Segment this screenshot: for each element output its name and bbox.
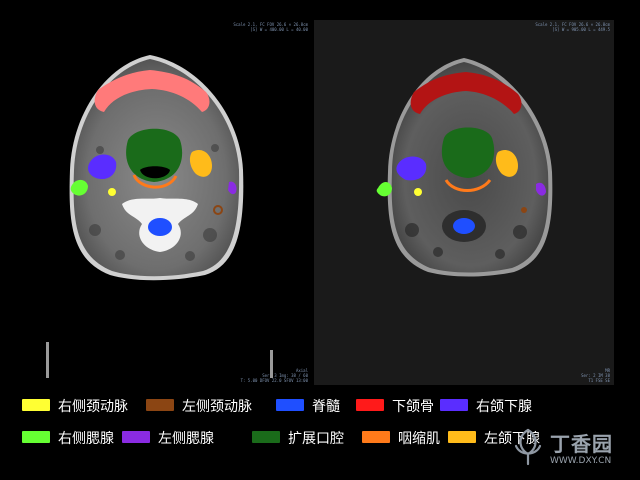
legend-label: 右颌下腺 — [476, 399, 532, 415]
scale-bar — [270, 350, 273, 378]
ct-scan-panel: Scale 2.1, FC FOV 26.6 × 26.8cm [S] W = … — [0, 20, 312, 385]
legend-label: 脊髓 — [312, 399, 340, 415]
scan-footer-info: MR Ser: 2 IM 38 T1 FSE SE — [581, 368, 610, 383]
right-carotid-contour — [108, 188, 116, 196]
legend-swatch — [22, 431, 50, 443]
scan-footer-info: Axial Ser: 3 Img: 38 / 60 T: 5.00 DFOV 2… — [240, 368, 308, 383]
legend-label: 右侧颈动脉 — [58, 399, 128, 415]
legend-label: 咽缩肌 — [398, 431, 440, 447]
legend-label: 扩展口腔 — [288, 431, 344, 447]
legend-label: 下颌骨 — [392, 399, 434, 415]
legend-swatch — [22, 399, 50, 411]
ct-scan-image — [69, 55, 244, 281]
scale-bar — [46, 342, 49, 378]
legend-swatch — [448, 431, 476, 443]
legend-swatch — [440, 399, 468, 411]
legend-swatch — [356, 399, 384, 411]
scan-header-info: Scale 2.1, FC FOV 26.6 × 26.8cm [S] W = … — [535, 22, 610, 32]
watermark-url: WWW.DXY.CN — [550, 456, 612, 466]
legend-label: 左侧腮腺 — [158, 431, 214, 447]
scan-header-info: Scale 2.1, FC FOV 26.6 × 26.8cm [S] W = … — [233, 22, 308, 32]
legend-swatch — [146, 399, 174, 411]
dxy-logo-icon — [514, 428, 542, 466]
legend-swatch — [362, 431, 390, 443]
legend-label: 右侧腮腺 — [58, 431, 114, 447]
watermark-brand: 丁香园 — [550, 432, 613, 456]
right-carotid-contour — [414, 188, 422, 196]
spinal-cord-contour — [453, 218, 475, 234]
legend-swatch — [122, 431, 150, 443]
mr-scan-panel: Scale 2.1, FC FOV 26.6 × 26.8cm [S] W = … — [314, 20, 614, 385]
left-carotid-contour — [521, 207, 527, 213]
dxy-watermark: 丁香园 WWW.DXY.CN — [506, 424, 626, 472]
spinal-cord-contour — [148, 218, 172, 236]
oral-cavity-contour — [441, 127, 495, 178]
legend-swatch — [252, 431, 280, 443]
legend-label: 左侧颈动脉 — [182, 399, 252, 415]
legend-swatch — [276, 399, 304, 411]
mr-scan-image — [376, 58, 553, 277]
